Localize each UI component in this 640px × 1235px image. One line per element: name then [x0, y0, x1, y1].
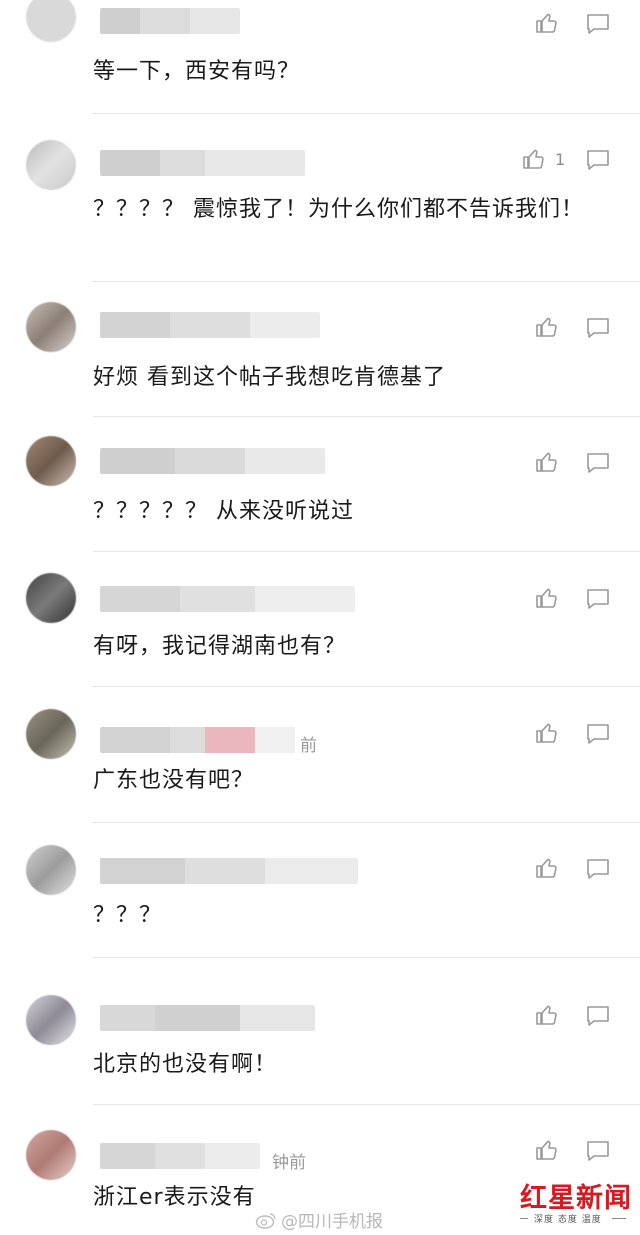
like-icon[interactable]	[535, 450, 559, 474]
comment-text: ？？？？？ 从来没听说过	[93, 499, 354, 524]
reply-icon[interactable]	[585, 148, 611, 172]
divider	[93, 957, 640, 958]
like-count: 1	[555, 150, 566, 169]
reply-icon[interactable]	[585, 722, 611, 746]
username-blurred[interactable]	[100, 727, 295, 753]
username-blurred[interactable]	[100, 448, 325, 474]
comment-text: ？？？	[93, 903, 163, 928]
brand-tagline: 深度 态度 温度	[534, 1215, 602, 1225]
avatar[interactable]	[26, 573, 76, 623]
divider	[93, 551, 640, 552]
username-blurred[interactable]	[100, 1005, 315, 1031]
username-blurred[interactable]	[100, 858, 358, 884]
divider	[93, 686, 640, 687]
avatar[interactable]	[26, 1130, 76, 1180]
avatar[interactable]	[26, 436, 76, 486]
comment-text: ？？？？ 震惊我了！为什么你们都不告诉我们！	[93, 197, 584, 222]
comment-text: 好烦 看到这个帖子我想吃肯德基了	[93, 365, 446, 390]
divider	[520, 1218, 528, 1219]
like-icon[interactable]	[535, 1003, 559, 1027]
like-icon[interactable]	[535, 1138, 559, 1162]
avatar[interactable]	[26, 0, 76, 42]
watermark-text: @四川手机报	[281, 1212, 383, 1232]
reply-icon[interactable]	[585, 1139, 611, 1163]
brand-logo: 红星新闻 深度 态度 温度	[512, 1172, 636, 1228]
reply-icon[interactable]	[585, 857, 611, 881]
comment-time: 钟前	[272, 1153, 306, 1173]
comment-text: 有呀，我记得湖南也有？	[93, 634, 347, 659]
brand-name: 红星新闻	[520, 1183, 632, 1214]
username-blurred[interactable]	[100, 150, 305, 176]
divider	[93, 281, 640, 282]
like-icon[interactable]	[535, 315, 559, 339]
username-blurred[interactable]	[100, 586, 355, 612]
avatar[interactable]	[26, 140, 76, 190]
avatar[interactable]	[26, 302, 76, 352]
divider	[93, 113, 640, 114]
username-blurred[interactable]	[100, 1143, 260, 1169]
comment-time: 前	[300, 736, 317, 756]
reply-icon[interactable]	[585, 12, 611, 36]
reply-icon[interactable]	[585, 587, 611, 611]
like-icon[interactable]	[535, 721, 559, 745]
comment-text: 等一下，西安有吗？	[93, 59, 301, 84]
divider	[612, 1218, 626, 1219]
divider	[93, 416, 640, 417]
avatar[interactable]	[26, 709, 76, 759]
divider	[93, 822, 640, 823]
avatar[interactable]	[26, 995, 76, 1045]
divider	[93, 1104, 640, 1105]
weibo-icon	[255, 1212, 276, 1229]
username-blurred[interactable]	[100, 8, 240, 34]
watermark: @四川手机报	[255, 1207, 383, 1232]
reply-icon[interactable]	[585, 316, 611, 340]
like-icon[interactable]	[522, 147, 546, 171]
comment-text: 广东也没有吧？	[93, 768, 255, 793]
username-blurred[interactable]	[100, 312, 320, 338]
avatar[interactable]	[26, 845, 76, 895]
like-icon[interactable]	[535, 11, 559, 35]
like-icon[interactable]	[535, 586, 559, 610]
reply-icon[interactable]	[585, 451, 611, 475]
comment-text: 北京的也没有啊！	[93, 1052, 278, 1077]
reply-icon[interactable]	[585, 1004, 611, 1028]
like-icon[interactable]	[535, 856, 559, 880]
